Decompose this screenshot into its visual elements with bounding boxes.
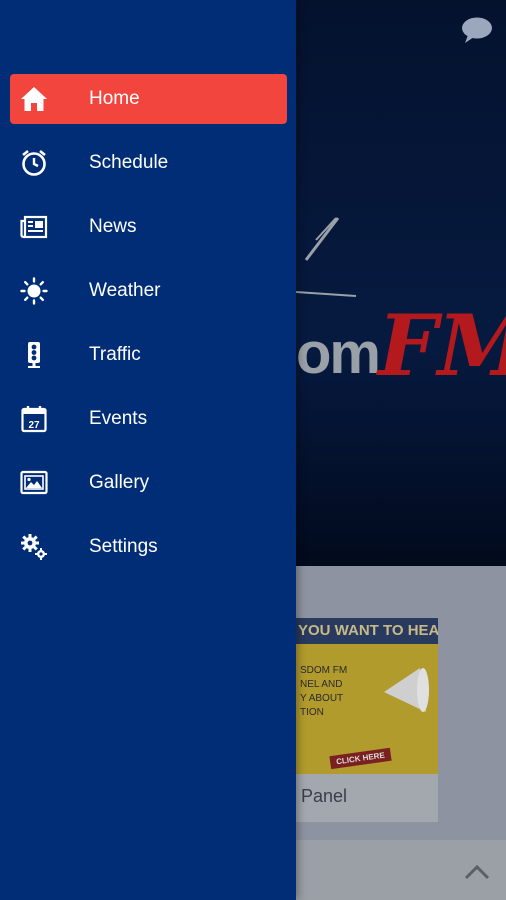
alarm-clock-icon [22,149,46,176]
menu-item-label: Gallery [89,472,150,493]
calendar-day: 27 [28,420,40,431]
chevron-up-icon[interactable] [462,858,492,884]
menu-item-settings[interactable]: Settings [10,522,287,572]
newspaper-icon [20,215,48,239]
navigation-drawer: Home Schedule News Weather Traffic 27 Ev… [0,0,296,900]
chat-icon[interactable] [460,16,494,44]
traffic-light-icon [28,342,40,368]
gears-icon [21,534,47,560]
menu-item-label: News [89,216,137,237]
menu-item-events[interactable]: 27 Events [10,394,287,444]
image-gallery-icon [20,470,48,495]
menu-item-label: Weather [89,280,161,301]
menu-item-label: Settings [89,536,158,557]
calendar-icon: 27 [21,406,47,433]
menu-item-label: Schedule [89,152,169,173]
menu-item-schedule[interactable]: Schedule [10,138,287,188]
megaphone-icon [384,668,429,712]
menu-item-label: Home [89,88,140,109]
promo-click-button: CLICK HERE [329,747,392,770]
logo-fm: FM [378,296,506,395]
sun-icon [20,277,48,305]
menu-item-gallery[interactable]: Gallery [10,458,287,508]
logo-text: om [296,321,381,386]
menu-item-home[interactable]: Home [10,74,287,124]
menu-item-label: Events [89,408,148,429]
home-icon [21,87,47,111]
menu-item-traffic[interactable]: Traffic [10,330,287,380]
station-logo: om FM [296,200,506,420]
menu-item-news[interactable]: News [10,202,287,252]
menu-item-weather[interactable]: Weather [10,266,287,316]
promo-text: SDOM FM NEL AND Y ABOUT TION [300,665,348,718]
menu-item-label: Traffic [89,344,141,365]
